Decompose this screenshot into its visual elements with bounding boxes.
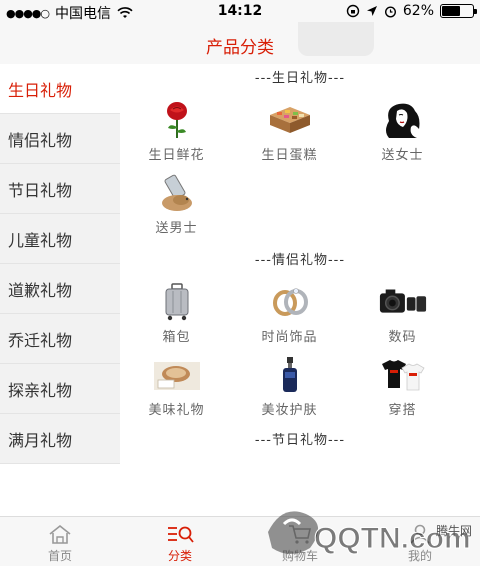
cake-icon (265, 100, 315, 140)
sidebar-item-couple[interactable]: 情侣礼物 (0, 114, 120, 164)
item-label: 数码 (388, 330, 417, 345)
category-item-outfits[interactable]: 穿搭 (346, 349, 459, 422)
battery-percent: 62% (402, 3, 434, 19)
sidebar-item-visiting[interactable]: 探亲礼物 (0, 364, 120, 414)
rotation-lock-icon (346, 4, 360, 18)
sidebar-item-festival[interactable]: 节日礼物 (0, 164, 120, 214)
item-label: 穿搭 (388, 403, 417, 418)
category-item-beauty-skincare[interactable]: 美妆护肤 (233, 349, 346, 422)
status-bar: ●●●●○ 中国电信 14:12 62% (0, 0, 480, 22)
watermark-text: 腾牛网 (435, 524, 472, 538)
rose-icon (152, 100, 202, 140)
rings-icon (265, 282, 315, 322)
product-grid-birthday: 生日鲜花 生日蛋糕 送女士 送男士 (120, 94, 480, 240)
category-content: ---生日礼物--- 生日鲜花 生日蛋糕 送女士 送男士 ---情侣礼物--- … (120, 64, 480, 516)
nav-bar: 产品分类 (0, 22, 480, 64)
item-label: 美味礼物 (148, 403, 205, 418)
tab-label: 首页 (47, 549, 72, 563)
item-label: 箱包 (162, 330, 191, 345)
home-icon (48, 523, 72, 545)
item-label: 生日鲜花 (148, 148, 205, 163)
category-item-digital[interactable]: 数码 (346, 276, 459, 349)
phone-stand-icon (152, 173, 202, 213)
sidebar-item-housewarming[interactable]: 乔迁礼物 (0, 314, 120, 364)
category-item-bags[interactable]: 箱包 (120, 276, 233, 349)
item-label: 美妆护肤 (261, 403, 318, 418)
tab-category[interactable]: 分类 (120, 517, 240, 566)
category-item-fashion-accessories[interactable]: 时尚饰品 (233, 276, 346, 349)
alarm-icon (384, 5, 396, 18)
sidebar-item-apology[interactable]: 道歉礼物 (0, 264, 120, 314)
sidebar-item-fullmonth[interactable]: 满月礼物 (0, 414, 120, 464)
category-sidebar: 生日礼物 情侣礼物 节日礼物 儿童礼物 道歉礼物 乔迁礼物 探亲礼物 满月礼物 (0, 64, 120, 464)
category-item-for-women[interactable]: 送女士 (346, 94, 459, 167)
tshirt-icon (378, 355, 428, 395)
item-label: 时尚饰品 (261, 330, 318, 345)
tab-label: 分类 (167, 549, 192, 563)
tab-home[interactable]: 首页 (0, 517, 120, 566)
item-label: 送女士 (381, 148, 424, 163)
product-grid-couple: 箱包 时尚饰品 数码 美味礼物 美妆护肤 穿搭 (120, 276, 480, 422)
item-label: 生日蛋糕 (261, 148, 318, 163)
status-right: 62% (346, 3, 477, 19)
category-item-for-men[interactable]: 送男士 (120, 167, 233, 240)
section-title-festival: ---节日礼物--- (254, 433, 346, 448)
category-item-food-gifts[interactable]: 美味礼物 (120, 349, 233, 422)
section-title-couple: ---情侣礼物--- (254, 253, 346, 268)
woman-icon (378, 100, 428, 140)
category-item-birthday-flowers[interactable]: 生日鲜花 (120, 94, 233, 167)
battery-icon (440, 4, 477, 18)
suitcase-icon (152, 282, 202, 322)
battery-fill (442, 6, 460, 16)
cosmetic-bottle-icon (265, 355, 315, 395)
camera-icon (378, 282, 428, 322)
page-title: 产品分类 (206, 38, 274, 58)
food-icon (152, 355, 202, 395)
sidebar-item-children[interactable]: 儿童礼物 (0, 214, 120, 264)
location-arrow-icon (366, 6, 377, 16)
category-item-birthday-cake[interactable]: 生日蛋糕 (233, 94, 346, 167)
sidebar-item-birthday[interactable]: 生日礼物 (0, 64, 120, 114)
category-search-icon (166, 523, 194, 545)
item-label: 送男士 (155, 221, 198, 236)
section-title-birthday: ---生日礼物--- (254, 71, 346, 86)
